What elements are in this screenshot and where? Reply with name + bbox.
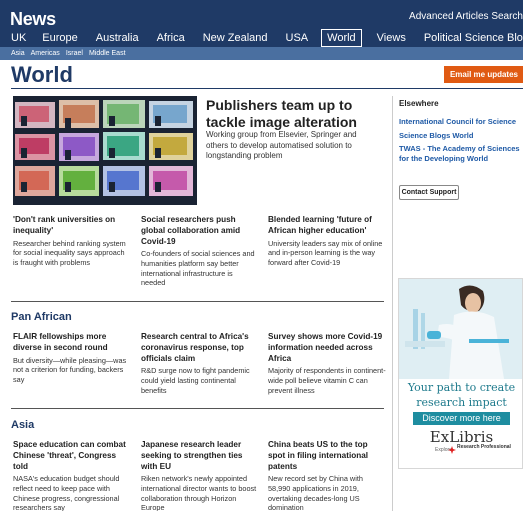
story-headline[interactable]: 'Don't rank universities on inequality' (13, 215, 131, 237)
sub-nav: Asia Americas Israel Middle East (0, 47, 523, 60)
sidebar-link[interactable]: TWAS - The Academy of Sciences (399, 144, 523, 154)
advertisement[interactable]: Your path to create research impact Disc… (398, 278, 523, 469)
story-card: Survey shows more Covid-19 information n… (268, 332, 386, 395)
subnav-asia[interactable]: Asia (11, 50, 25, 57)
story-card: 'Don't rank universities on inequality' … (13, 215, 131, 267)
story-summary: Co-founders of social sciences and human… (141, 249, 255, 288)
story-card: Social researchers push global collabora… (141, 215, 259, 288)
sidebar-link[interactable]: for the Developing World (399, 154, 523, 164)
site-brand[interactable]: News (10, 9, 56, 30)
story-headline[interactable]: Space education can combat Chinese 'thre… (13, 440, 131, 472)
story-headline[interactable]: China beats US to the top spot in filing… (268, 440, 386, 472)
story-summary: NASA's education budget should reflect n… (13, 474, 120, 511)
nav-views[interactable]: Views (372, 31, 411, 45)
section-title-asia[interactable]: Asia (11, 419, 34, 431)
sidebar-link[interactable]: Science Blogs World (399, 131, 523, 141)
hero-image[interactable] (13, 96, 197, 205)
ad-logo-research-professional: Research Professional (457, 444, 511, 450)
story-summary: R&D surge now to fight pandemic could yi… (141, 366, 250, 395)
nav-africa[interactable]: Africa (152, 31, 190, 45)
hero-summary: Working group from Elsevier, Springer an… (206, 130, 357, 160)
ad-headline-line1: Your path to create (407, 381, 516, 394)
sidebar-link[interactable]: International Council for Science (399, 117, 523, 127)
story-summary: Riken network's newly appointed internat… (141, 474, 257, 511)
nav-new-zealand[interactable]: New Zealand (198, 31, 273, 45)
story-card: China beats US to the top spot in filing… (268, 440, 386, 511)
sidebar-heading: Elsewhere (399, 99, 439, 108)
story-summary: New record set by China with 58,990 appl… (268, 474, 363, 511)
story-card: Japanese research leader seeking to stre… (141, 440, 259, 511)
hero-headline[interactable]: Publishers team up to tackle image alter… (206, 97, 386, 131)
story-headline[interactable]: FLAIR fellowships more diverse in second… (13, 332, 131, 354)
story-headline[interactable]: Social researchers push global collabora… (141, 215, 259, 247)
story-card: Space education can combat Chinese 'thre… (13, 440, 131, 511)
nav-world[interactable]: World (321, 29, 362, 47)
story-summary: Majority of respondents in continent-wid… (268, 366, 386, 395)
story-headline[interactable]: Blended learning 'future of African high… (268, 215, 386, 237)
subnav-middle-east[interactable]: Middle East (89, 50, 126, 57)
story-headline[interactable]: Research central to Africa's coronavirus… (141, 332, 259, 364)
nav-political-science-blog[interactable]: Political Science Blog (419, 31, 523, 45)
story-summary: University leaders say mix of online and… (268, 238, 383, 267)
ad-discover-button[interactable]: Discover more here (413, 412, 510, 425)
nav-uk[interactable]: UK (0, 31, 31, 45)
section-divider (11, 408, 384, 409)
section-title-pan-african[interactable]: Pan African (11, 311, 72, 323)
research-professional-icon (448, 446, 456, 454)
story-headline[interactable]: Japanese research leader seeking to stre… (141, 440, 259, 472)
sidebar-links: International Council for Science Scienc… (399, 117, 523, 168)
subnav-americas[interactable]: Americas (31, 50, 60, 57)
top-header: News Advanced Articles Search UK Europe … (0, 0, 523, 47)
nav-usa[interactable]: USA (281, 31, 314, 45)
email-updates-button[interactable]: Email me updates (443, 66, 523, 83)
advanced-search-link[interactable]: Advanced Articles Search (409, 11, 523, 22)
contact-support-button[interactable]: Contact Support (399, 185, 459, 200)
page-title: World (11, 62, 73, 87)
main-nav: UK Europe Australia Africa New Zealand U… (0, 29, 523, 47)
subnav-israel[interactable]: Israel (66, 50, 83, 57)
nav-europe[interactable]: Europe (37, 31, 82, 45)
nav-australia[interactable]: Australia (91, 31, 144, 45)
story-card: FLAIR fellowships more diverse in second… (13, 332, 131, 384)
story-card: Blended learning 'future of African high… (268, 215, 386, 267)
story-summary: Researcher behind ranking system for soc… (13, 238, 126, 267)
section-divider (11, 301, 384, 302)
title-divider (11, 88, 523, 89)
story-headline[interactable]: Survey shows more Covid-19 information n… (268, 332, 386, 364)
story-card: Research central to Africa's coronavirus… (141, 332, 259, 395)
ad-lab-photo (399, 279, 522, 379)
ad-headline-line2: research impact (416, 396, 507, 409)
story-summary: But diversity—while pleasing—was not a c… (13, 355, 127, 384)
